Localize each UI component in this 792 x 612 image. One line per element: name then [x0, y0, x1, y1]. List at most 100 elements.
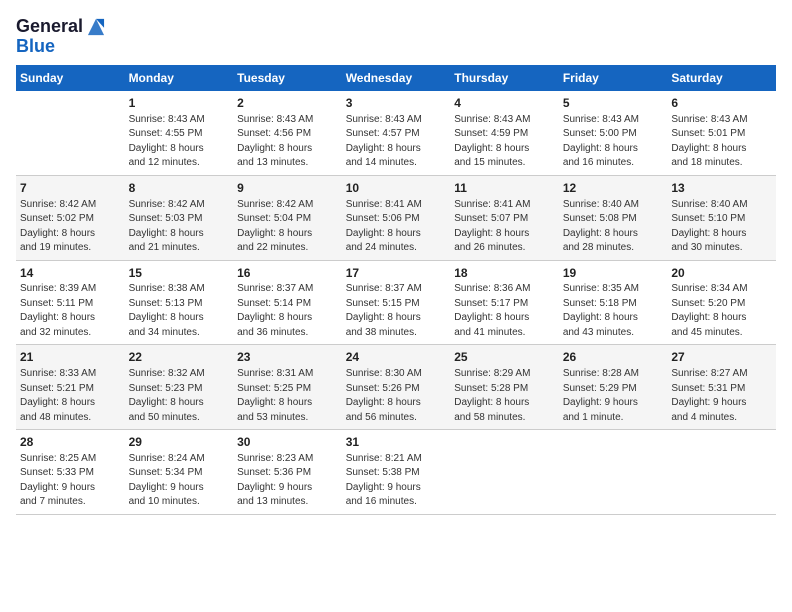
day-info: Sunrise: 8:32 AMSunset: 5:23 PMDaylight:…: [129, 367, 230, 425]
day-number: 3: [346, 95, 447, 112]
day-cell: 29Sunrise: 8:24 AMSunset: 5:34 PMDayligh…: [125, 430, 234, 515]
day-cell: 24Sunrise: 8:30 AMSunset: 5:26 PMDayligh…: [342, 345, 451, 430]
day-number: 16: [237, 265, 338, 282]
day-number: 7: [20, 180, 121, 197]
day-number: 11: [454, 180, 555, 197]
day-info: Sunrise: 8:30 AMSunset: 5:26 PMDaylight:…: [346, 367, 447, 425]
day-cell: 9Sunrise: 8:42 AMSunset: 5:04 PMDaylight…: [233, 175, 342, 260]
day-info: Sunrise: 8:24 AMSunset: 5:34 PMDaylight:…: [129, 452, 230, 510]
day-number: 29: [129, 434, 230, 451]
day-number: 20: [671, 265, 772, 282]
day-number: 19: [563, 265, 664, 282]
day-info: Sunrise: 8:28 AMSunset: 5:29 PMDaylight:…: [563, 367, 664, 425]
day-info: Sunrise: 8:35 AMSunset: 5:18 PMDaylight:…: [563, 282, 664, 340]
day-cell: 17Sunrise: 8:37 AMSunset: 5:15 PMDayligh…: [342, 260, 451, 345]
day-info: Sunrise: 8:42 AMSunset: 5:03 PMDaylight:…: [129, 198, 230, 256]
logo: General Blue: [16, 16, 107, 57]
day-number: 10: [346, 180, 447, 197]
day-cell: 20Sunrise: 8:34 AMSunset: 5:20 PMDayligh…: [667, 260, 776, 345]
day-number: 5: [563, 95, 664, 112]
day-info: Sunrise: 8:33 AMSunset: 5:21 PMDaylight:…: [20, 367, 121, 425]
day-info: Sunrise: 8:39 AMSunset: 5:11 PMDaylight:…: [20, 282, 121, 340]
day-cell: [559, 430, 668, 515]
day-info: Sunrise: 8:43 AMSunset: 5:01 PMDaylight:…: [671, 113, 772, 171]
col-header-wednesday: Wednesday: [342, 65, 451, 91]
day-cell: [667, 430, 776, 515]
day-cell: 8Sunrise: 8:42 AMSunset: 5:03 PMDaylight…: [125, 175, 234, 260]
day-cell: 14Sunrise: 8:39 AMSunset: 5:11 PMDayligh…: [16, 260, 125, 345]
day-cell: 22Sunrise: 8:32 AMSunset: 5:23 PMDayligh…: [125, 345, 234, 430]
day-number: 22: [129, 349, 230, 366]
day-info: Sunrise: 8:37 AMSunset: 5:14 PMDaylight:…: [237, 282, 338, 340]
day-info: Sunrise: 8:37 AMSunset: 5:15 PMDaylight:…: [346, 282, 447, 340]
day-number: 4: [454, 95, 555, 112]
day-cell: 5Sunrise: 8:43 AMSunset: 5:00 PMDaylight…: [559, 91, 668, 175]
calendar-table: SundayMondayTuesdayWednesdayThursdayFrid…: [16, 65, 776, 515]
day-info: Sunrise: 8:43 AMSunset: 4:55 PMDaylight:…: [129, 113, 230, 171]
day-cell: 27Sunrise: 8:27 AMSunset: 5:31 PMDayligh…: [667, 345, 776, 430]
day-cell: 15Sunrise: 8:38 AMSunset: 5:13 PMDayligh…: [125, 260, 234, 345]
day-number: 9: [237, 180, 338, 197]
week-row-5: 28Sunrise: 8:25 AMSunset: 5:33 PMDayligh…: [16, 430, 776, 515]
day-info: Sunrise: 8:43 AMSunset: 5:00 PMDaylight:…: [563, 113, 664, 171]
day-cell: 21Sunrise: 8:33 AMSunset: 5:21 PMDayligh…: [16, 345, 125, 430]
day-number: 2: [237, 95, 338, 112]
day-number: 23: [237, 349, 338, 366]
col-header-friday: Friday: [559, 65, 668, 91]
day-info: Sunrise: 8:43 AMSunset: 4:56 PMDaylight:…: [237, 113, 338, 171]
day-info: Sunrise: 8:43 AMSunset: 4:59 PMDaylight:…: [454, 113, 555, 171]
day-number: 30: [237, 434, 338, 451]
day-cell: 10Sunrise: 8:41 AMSunset: 5:06 PMDayligh…: [342, 175, 451, 260]
day-number: 31: [346, 434, 447, 451]
day-cell: 7Sunrise: 8:42 AMSunset: 5:02 PMDaylight…: [16, 175, 125, 260]
day-cell: 26Sunrise: 8:28 AMSunset: 5:29 PMDayligh…: [559, 345, 668, 430]
col-header-monday: Monday: [125, 65, 234, 91]
day-info: Sunrise: 8:41 AMSunset: 5:07 PMDaylight:…: [454, 198, 555, 256]
col-header-thursday: Thursday: [450, 65, 559, 91]
day-cell: 11Sunrise: 8:41 AMSunset: 5:07 PMDayligh…: [450, 175, 559, 260]
logo-text: General: [16, 17, 83, 37]
col-header-tuesday: Tuesday: [233, 65, 342, 91]
col-header-saturday: Saturday: [667, 65, 776, 91]
week-row-3: 14Sunrise: 8:39 AMSunset: 5:11 PMDayligh…: [16, 260, 776, 345]
day-cell: 1Sunrise: 8:43 AMSunset: 4:55 PMDaylight…: [125, 91, 234, 175]
day-number: 26: [563, 349, 664, 366]
day-info: Sunrise: 8:41 AMSunset: 5:06 PMDaylight:…: [346, 198, 447, 256]
day-number: 14: [20, 265, 121, 282]
day-number: 13: [671, 180, 772, 197]
day-number: 21: [20, 349, 121, 366]
day-number: 6: [671, 95, 772, 112]
day-cell: [450, 430, 559, 515]
day-info: Sunrise: 8:25 AMSunset: 5:33 PMDaylight:…: [20, 452, 121, 510]
day-cell: [16, 91, 125, 175]
day-cell: 2Sunrise: 8:43 AMSunset: 4:56 PMDaylight…: [233, 91, 342, 175]
day-number: 27: [671, 349, 772, 366]
week-row-1: 1Sunrise: 8:43 AMSunset: 4:55 PMDaylight…: [16, 91, 776, 175]
day-info: Sunrise: 8:36 AMSunset: 5:17 PMDaylight:…: [454, 282, 555, 340]
day-info: Sunrise: 8:43 AMSunset: 4:57 PMDaylight:…: [346, 113, 447, 171]
day-info: Sunrise: 8:42 AMSunset: 5:04 PMDaylight:…: [237, 198, 338, 256]
day-cell: 16Sunrise: 8:37 AMSunset: 5:14 PMDayligh…: [233, 260, 342, 345]
day-info: Sunrise: 8:21 AMSunset: 5:38 PMDaylight:…: [346, 452, 447, 510]
page-header: General Blue: [16, 16, 776, 57]
day-number: 24: [346, 349, 447, 366]
day-cell: 23Sunrise: 8:31 AMSunset: 5:25 PMDayligh…: [233, 345, 342, 430]
day-cell: 30Sunrise: 8:23 AMSunset: 5:36 PMDayligh…: [233, 430, 342, 515]
day-info: Sunrise: 8:42 AMSunset: 5:02 PMDaylight:…: [20, 198, 121, 256]
day-cell: 13Sunrise: 8:40 AMSunset: 5:10 PMDayligh…: [667, 175, 776, 260]
day-number: 17: [346, 265, 447, 282]
day-info: Sunrise: 8:29 AMSunset: 5:28 PMDaylight:…: [454, 367, 555, 425]
day-cell: 28Sunrise: 8:25 AMSunset: 5:33 PMDayligh…: [16, 430, 125, 515]
week-row-4: 21Sunrise: 8:33 AMSunset: 5:21 PMDayligh…: [16, 345, 776, 430]
day-info: Sunrise: 8:23 AMSunset: 5:36 PMDaylight:…: [237, 452, 338, 510]
day-cell: 3Sunrise: 8:43 AMSunset: 4:57 PMDaylight…: [342, 91, 451, 175]
day-info: Sunrise: 8:38 AMSunset: 5:13 PMDaylight:…: [129, 282, 230, 340]
day-cell: 12Sunrise: 8:40 AMSunset: 5:08 PMDayligh…: [559, 175, 668, 260]
day-cell: 6Sunrise: 8:43 AMSunset: 5:01 PMDaylight…: [667, 91, 776, 175]
day-number: 28: [20, 434, 121, 451]
day-number: 15: [129, 265, 230, 282]
day-info: Sunrise: 8:27 AMSunset: 5:31 PMDaylight:…: [671, 367, 772, 425]
col-header-sunday: Sunday: [16, 65, 125, 91]
day-info: Sunrise: 8:34 AMSunset: 5:20 PMDaylight:…: [671, 282, 772, 340]
day-cell: 19Sunrise: 8:35 AMSunset: 5:18 PMDayligh…: [559, 260, 668, 345]
